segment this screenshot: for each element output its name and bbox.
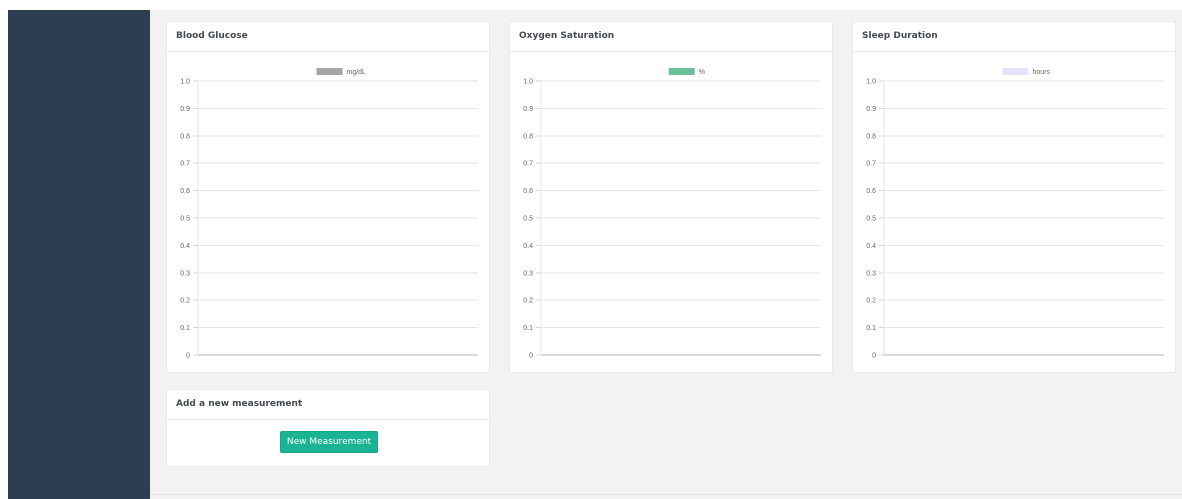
- y-tick-label: 0.1: [523, 325, 533, 332]
- blood-glucose-panel: Blood Glucose mg/dL 1.0 0.9 0.8 0.7 0.6 0.5 0.4…: [166, 21, 490, 373]
- y-tick-label: 0.9: [180, 106, 190, 113]
- add-measurement-panel: Add a new measurement New Measurement: [166, 389, 490, 467]
- y-tick-label: 0.2: [180, 298, 190, 305]
- add-measurement-title: Add a new measurement: [167, 390, 489, 420]
- y-tick-label: 0.5: [180, 216, 190, 223]
- legend-swatch: [316, 68, 343, 75]
- footer-divider: [150, 494, 1182, 495]
- y-tick-label: 0.5: [523, 216, 533, 223]
- oxygen-saturation-panel: Oxygen Saturation % 1.0 0.9 0.8 0.7 0.6 0.5 0.4…: [509, 21, 833, 373]
- y-tick-label: 0: [186, 353, 190, 360]
- y-tick-label: 0.1: [866, 325, 876, 332]
- sleep-duration-chart: hours 1.0 0.9 0.8 0.7 0.6 0.5 0.4 0.3 0.2 0.1 0: [866, 68, 1164, 360]
- oxygen-saturation-title: Oxygen Saturation: [510, 22, 832, 52]
- y-tick-label: 0.6: [180, 188, 190, 195]
- y-tick-label: 0.2: [523, 298, 533, 305]
- y-tick-label: 0.3: [180, 270, 190, 277]
- new-measurement-button[interactable]: New Measurement: [280, 431, 378, 453]
- legend-label: hours: [1033, 69, 1051, 76]
- legend-swatch: [668, 68, 695, 75]
- oxygen-saturation-chart: % 1.0 0.9 0.8 0.7 0.6 0.5 0.4 0.3 0.2 0.1 0: [523, 68, 821, 360]
- legend-label: %: [699, 69, 705, 76]
- y-tick-label: 0.8: [866, 133, 876, 140]
- y-tick-label: 0.9: [523, 106, 533, 113]
- y-tick-label: 0.2: [866, 298, 876, 305]
- y-tick-label: 0.4: [180, 243, 190, 250]
- y-tick-label: 0.7: [180, 161, 190, 168]
- legend-swatch: [1002, 68, 1029, 75]
- y-tick-label: 1.0: [180, 79, 190, 86]
- y-tick-label: 0: [529, 353, 533, 360]
- y-tick-label: 1.0: [523, 79, 533, 86]
- legend-label: mg/dL: [347, 69, 367, 76]
- y-tick-label: 0.8: [180, 133, 190, 140]
- y-tick-label: 0.7: [523, 161, 533, 168]
- y-tick-label: 0.3: [866, 270, 876, 277]
- y-tick-label: 0.4: [523, 243, 533, 250]
- y-tick-label: 0.9: [866, 106, 876, 113]
- y-tick-label: 0.1: [180, 325, 190, 332]
- y-tick-label: 0.7: [866, 161, 876, 168]
- sidebar: [8, 10, 150, 499]
- y-tick-label: 0.6: [523, 188, 533, 195]
- y-tick-label: 0.8: [523, 133, 533, 140]
- y-tick-label: 0.6: [866, 188, 876, 195]
- y-tick-label: 0: [872, 353, 876, 360]
- blood-glucose-chart: mg/dL 1.0 0.9 0.8 0.7 0.6 0.5 0.4 0.3 0.2 0.1 0: [180, 68, 478, 360]
- sleep-duration-title: Sleep Duration: [853, 22, 1175, 52]
- blood-glucose-title: Blood Glucose: [167, 22, 489, 52]
- y-tick-label: 0.5: [866, 216, 876, 223]
- y-tick-label: 0.4: [866, 243, 876, 250]
- sleep-duration-panel: Sleep Duration hours 1.0 0.9 0.8 0.7 0.6 0.5 0.…: [852, 21, 1176, 373]
- y-tick-label: 1.0: [866, 79, 876, 86]
- y-tick-label: 0.3: [523, 270, 533, 277]
